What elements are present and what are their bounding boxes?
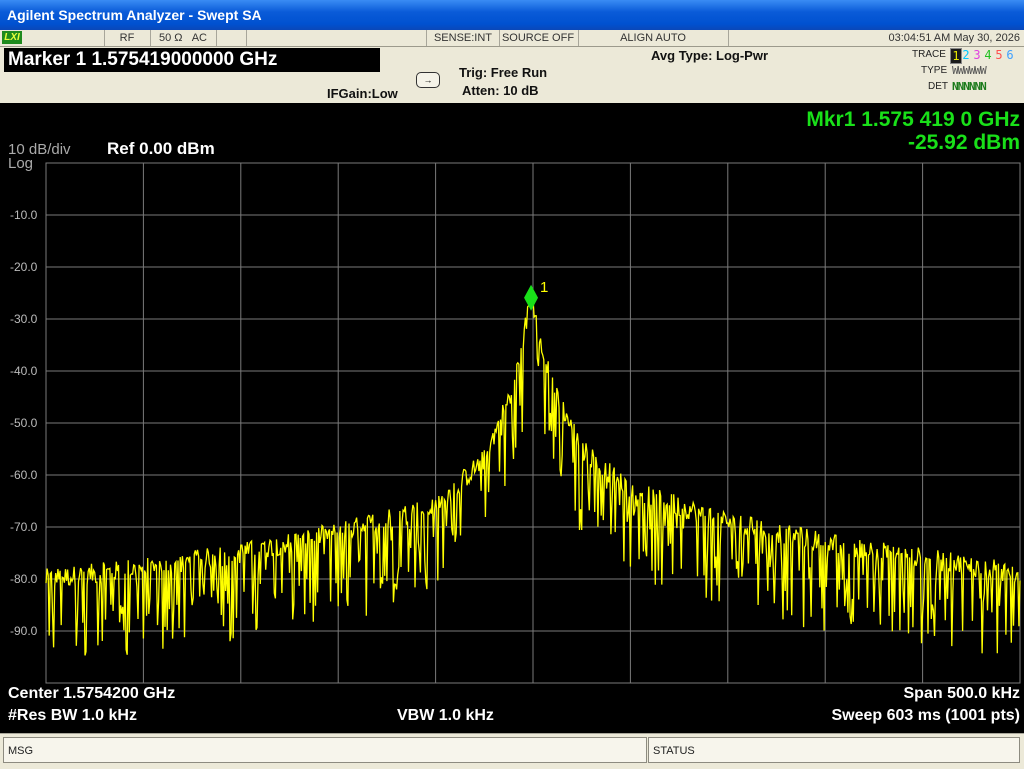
message-bar: MSG STATUS [0, 733, 1024, 769]
status-align: ALIGN AUTO [578, 30, 729, 46]
trace-number-3[interactable]: 3 [972, 48, 982, 62]
type-label: TYPE [921, 65, 948, 76]
video-bandwidth[interactable]: VBW 1.0 kHz [397, 707, 494, 725]
ifgain-text: IFGain:Low [327, 86, 398, 101]
trigger-text: Trig: Free Run [459, 65, 548, 80]
trace-number-5[interactable]: 5 [994, 48, 1004, 62]
coupling-text: AC [191, 32, 207, 44]
status-impedance: 50 Ω AC [150, 30, 217, 46]
span-value[interactable]: Span 500.0 kHz [904, 685, 1021, 703]
window-title-bar: Agilent Spectrum Analyzer - Swept SA [0, 0, 1024, 30]
lxi-icon: LXI [2, 31, 22, 44]
spectrum-display: Mkr1 1.575 419 0 GHz -25.92 dBm 10 dB/di… [0, 103, 1024, 733]
status-source: SOURCE OFF [498, 30, 579, 46]
trigger-icon: → [416, 72, 440, 88]
msg-panel: MSG [3, 737, 647, 763]
msg-label: MSG [8, 745, 34, 757]
spectrum-plot: 1 [45, 162, 1021, 684]
det-label: DET [928, 81, 948, 92]
status-panel: STATUS [648, 737, 1020, 763]
trace-type-values: WWWWWW [952, 64, 987, 77]
trace-number-4[interactable]: 4 [983, 48, 993, 62]
sweep-time[interactable]: Sweep 603 ms (1001 pts) [831, 707, 1020, 725]
marker-1-diamond [524, 284, 539, 311]
active-marker-title[interactable]: Marker 1 1.575419000000 GHz [4, 48, 380, 72]
trace-det-values: NNNNNN [952, 80, 987, 93]
trace-number-6[interactable]: 6 [1005, 48, 1015, 62]
center-frequency[interactable]: Center 1.5754200 GHz [8, 685, 175, 703]
trace-number-2[interactable]: 2 [961, 48, 971, 62]
window-title: Agilent Spectrum Analyzer - Swept SA [7, 7, 262, 23]
status-blank-3 [246, 30, 426, 46]
status-sense: SENSE:INT [426, 30, 500, 46]
status-label: STATUS [653, 745, 695, 757]
resolution-bandwidth[interactable]: #Res BW 1.0 kHz [8, 707, 137, 725]
atten-text: Atten: 10 dB [462, 83, 539, 98]
status-blank-2 [216, 30, 247, 46]
impedance-text: 50 Ω [159, 32, 183, 44]
marker-1-label: 1 [540, 279, 548, 296]
status-datetime: 03:04:51 AM May 30, 2026 [888, 32, 1020, 44]
trace-label: TRACE [912, 49, 946, 60]
status-strip: LXI RF 50 Ω AC SENSE:INT SOURCE OFF ALIG… [0, 30, 1024, 47]
avg-type-text: Avg Type: Log-Pwr [651, 48, 768, 63]
status-rf: RF [104, 30, 151, 46]
status-blank-1 [24, 30, 105, 46]
